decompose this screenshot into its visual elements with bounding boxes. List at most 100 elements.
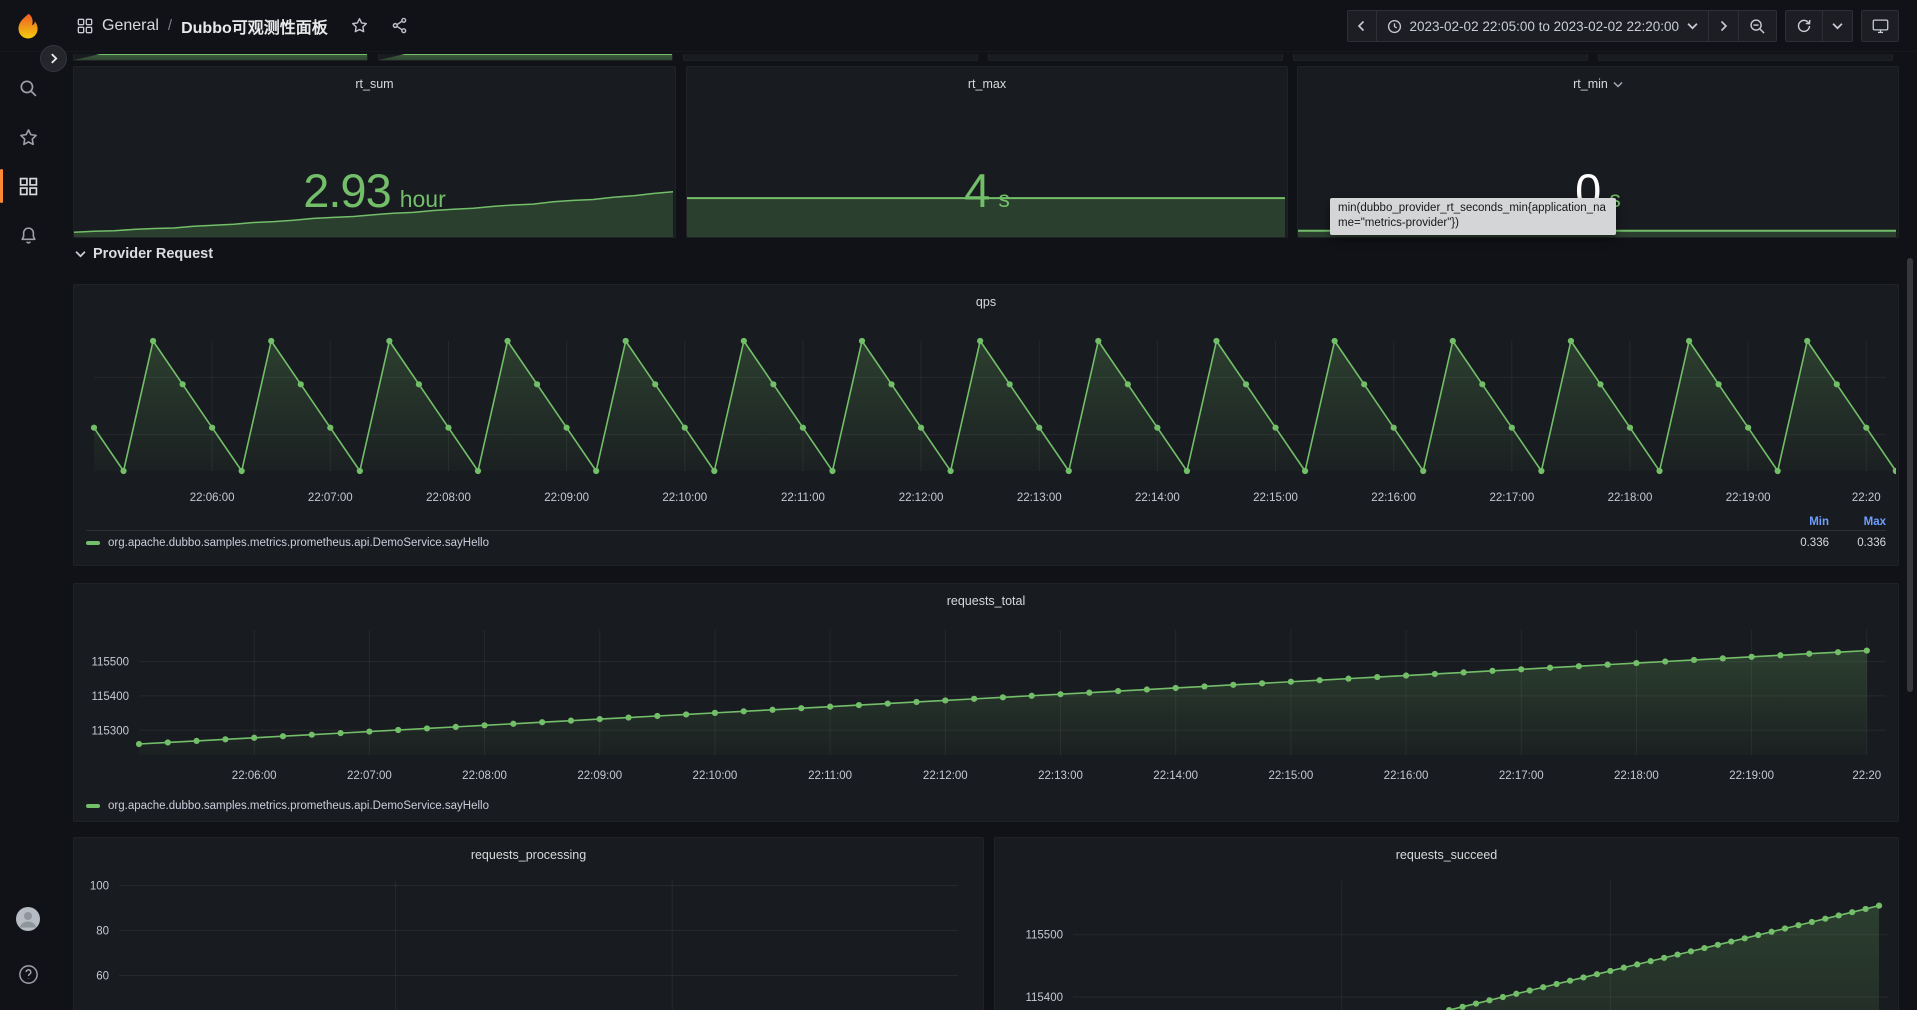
share-dashboard-icon[interactable] xyxy=(391,17,408,34)
panel-title[interactable]: qps xyxy=(74,285,1898,313)
time-controls: 2023-02-02 22:05:00 to 2023-02-02 22:20:… xyxy=(1347,10,1899,42)
active-indicator xyxy=(0,169,3,203)
refresh-group xyxy=(1785,10,1853,42)
svg-text:22:10:00: 22:10:00 xyxy=(693,770,738,782)
svg-text:22:12:00: 22:12:00 xyxy=(923,770,968,782)
stat-panel-rt-sum: rt_sum 2.93 hour xyxy=(73,66,676,238)
scrollbar-thumb[interactable] xyxy=(1907,258,1913,692)
sidebar-item-starred[interactable] xyxy=(0,115,56,159)
panel-title[interactable]: rt_max xyxy=(687,67,1287,95)
legend-item[interactable]: org.apache.dubbo.samples.metrics.prometh… xyxy=(86,794,1886,818)
svg-text:22:09:00: 22:09:00 xyxy=(544,492,589,504)
panel-title[interactable]: rt_min xyxy=(1298,67,1898,95)
star-icon xyxy=(19,128,38,147)
svg-text:22:17:00: 22:17:00 xyxy=(1499,770,1544,782)
requests-total-chart[interactable]: 22:06:0022:07:0022:08:0022:09:0022:10:00… xyxy=(74,612,1896,792)
svg-text:22:12:00: 22:12:00 xyxy=(899,492,944,504)
panel-title[interactable]: requests_processing xyxy=(74,838,983,866)
requests-processing-chart[interactable]: 22:10:0022:15:006080100 xyxy=(74,866,981,1010)
row-header-provider-request[interactable]: Provider Request xyxy=(75,246,213,262)
sidebar-item-search[interactable] xyxy=(0,66,56,110)
sidebar-item-dashboards[interactable] xyxy=(0,164,56,208)
time-range-picker-button[interactable]: 2023-02-02 22:05:00 to 2023-02-02 22:20:… xyxy=(1377,10,1709,42)
chart-panel-requests-processing: requests_processing 22:10:0022:15:006080… xyxy=(73,837,984,1010)
panel-sliver xyxy=(1293,54,1588,61)
sidebar-item-profile[interactable] xyxy=(0,897,56,941)
svg-text:22:08:00: 22:08:00 xyxy=(462,770,507,782)
svg-text:22:18:00: 22:18:00 xyxy=(1614,770,1659,782)
svg-text:22:14:00: 22:14:00 xyxy=(1153,770,1198,782)
svg-text:22:18:00: 22:18:00 xyxy=(1608,492,1653,504)
sidebar-item-alerting[interactable] xyxy=(0,213,56,257)
svg-text:22:20: 22:20 xyxy=(1852,492,1881,504)
requests-succeed-chart[interactable]: 22:10:0022:15:00115400115500 xyxy=(995,866,1896,1010)
stat-sparkline xyxy=(687,185,1285,237)
bell-icon xyxy=(19,226,38,245)
svg-text:22:19:00: 22:19:00 xyxy=(1729,770,1774,782)
zoom-out-time-button[interactable] xyxy=(1739,10,1777,42)
panel-sliver xyxy=(683,54,978,61)
clock-icon xyxy=(1387,19,1402,34)
series-color-dash xyxy=(86,541,100,545)
query-tooltip: min(dubbo_provider_rt_seconds_min{applic… xyxy=(1330,198,1616,235)
panel-menu-chevron-icon[interactable] xyxy=(1613,81,1623,88)
panel-title[interactable]: requests_succeed xyxy=(995,838,1898,866)
chevron-down-icon xyxy=(1687,22,1698,30)
time-shift-back-button[interactable] xyxy=(1347,10,1377,42)
requests-total-legend: org.apache.dubbo.samples.metrics.prometh… xyxy=(86,794,1886,818)
breadcrumb-section[interactable]: General xyxy=(102,17,159,35)
svg-text:22:15:00: 22:15:00 xyxy=(1268,770,1313,782)
stat-panel-rt-max: rt_max 4 s xyxy=(686,66,1288,238)
grafana-dashboard: { "header": { "breadcrumb": { "app_secti… xyxy=(0,0,1917,1010)
svg-text:22:08:00: 22:08:00 xyxy=(426,492,471,504)
svg-text:22:09:00: 22:09:00 xyxy=(577,770,622,782)
time-range-group: 2023-02-02 22:05:00 to 2023-02-02 22:20:… xyxy=(1347,10,1777,42)
svg-text:22:16:00: 22:16:00 xyxy=(1371,492,1416,504)
user-avatar xyxy=(15,906,41,932)
help-icon xyxy=(18,964,39,985)
series-name: org.apache.dubbo.samples.metrics.prometh… xyxy=(108,800,1886,812)
series-name: org.apache.dubbo.samples.metrics.prometh… xyxy=(108,537,1772,549)
sliver-sparkline-fill xyxy=(74,54,367,60)
svg-text:22:20: 22:20 xyxy=(1852,770,1881,782)
svg-text:22:10:00: 22:10:00 xyxy=(662,492,707,504)
apps-grid-icon xyxy=(77,18,93,34)
svg-text:22:11:00: 22:11:00 xyxy=(781,492,825,504)
svg-text:115400: 115400 xyxy=(1025,992,1063,1004)
legend-min-value: 0.336 xyxy=(1772,537,1829,549)
sidebar-item-help[interactable] xyxy=(0,952,56,996)
grafana-logo[interactable] xyxy=(14,12,41,39)
time-shift-forward-button[interactable] xyxy=(1709,10,1739,42)
kiosk-mode-button[interactable] xyxy=(1861,10,1899,42)
refresh-button[interactable] xyxy=(1785,10,1823,42)
svg-text:100: 100 xyxy=(90,881,109,893)
dashboards-grid-icon xyxy=(19,177,38,196)
qps-legend: Min Max org.apache.dubbo.samples.metrics… xyxy=(86,513,1886,555)
panel-title[interactable]: rt_sum xyxy=(74,67,675,95)
star-dashboard-icon[interactable] xyxy=(351,17,368,34)
refresh-interval-dropdown[interactable] xyxy=(1823,10,1853,42)
svg-text:80: 80 xyxy=(96,926,109,938)
panel-title[interactable]: requests_total xyxy=(74,584,1898,612)
legend-item[interactable]: org.apache.dubbo.samples.metrics.prometh… xyxy=(86,531,1886,555)
svg-text:22:15:00: 22:15:00 xyxy=(1253,492,1298,504)
stat-sparkline xyxy=(74,185,673,237)
panel-sliver xyxy=(1598,54,1893,61)
svg-text:22:06:00: 22:06:00 xyxy=(190,492,235,504)
chevron-down-icon xyxy=(75,250,86,258)
breadcrumb-dashboard-title[interactable]: Dubbo可观测性面板 xyxy=(181,14,328,38)
legend-max-value: 0.336 xyxy=(1829,537,1886,549)
svg-text:115300: 115300 xyxy=(91,725,129,737)
svg-text:22:16:00: 22:16:00 xyxy=(1384,770,1429,782)
row-header-label: Provider Request xyxy=(93,246,213,262)
legend-min-header: Min xyxy=(1772,516,1829,528)
panel-sliver xyxy=(988,54,1283,61)
qps-chart[interactable]: 22:06:00 22:07:00 22:08:00 22:09:00 22:10:00… xyxy=(74,313,1896,513)
sliver-sparkline-fill xyxy=(379,54,672,60)
expand-sidebar-button[interactable] xyxy=(40,45,67,72)
chart-panel-requests-total: requests_total 22:06:0022:07:0022:08:002… xyxy=(73,583,1899,822)
svg-text:22:07:00: 22:07:00 xyxy=(308,492,353,504)
svg-text:22:06:00: 22:06:00 xyxy=(232,770,277,782)
svg-text:115500: 115500 xyxy=(91,657,129,669)
breadcrumb-separator: / xyxy=(168,17,172,34)
